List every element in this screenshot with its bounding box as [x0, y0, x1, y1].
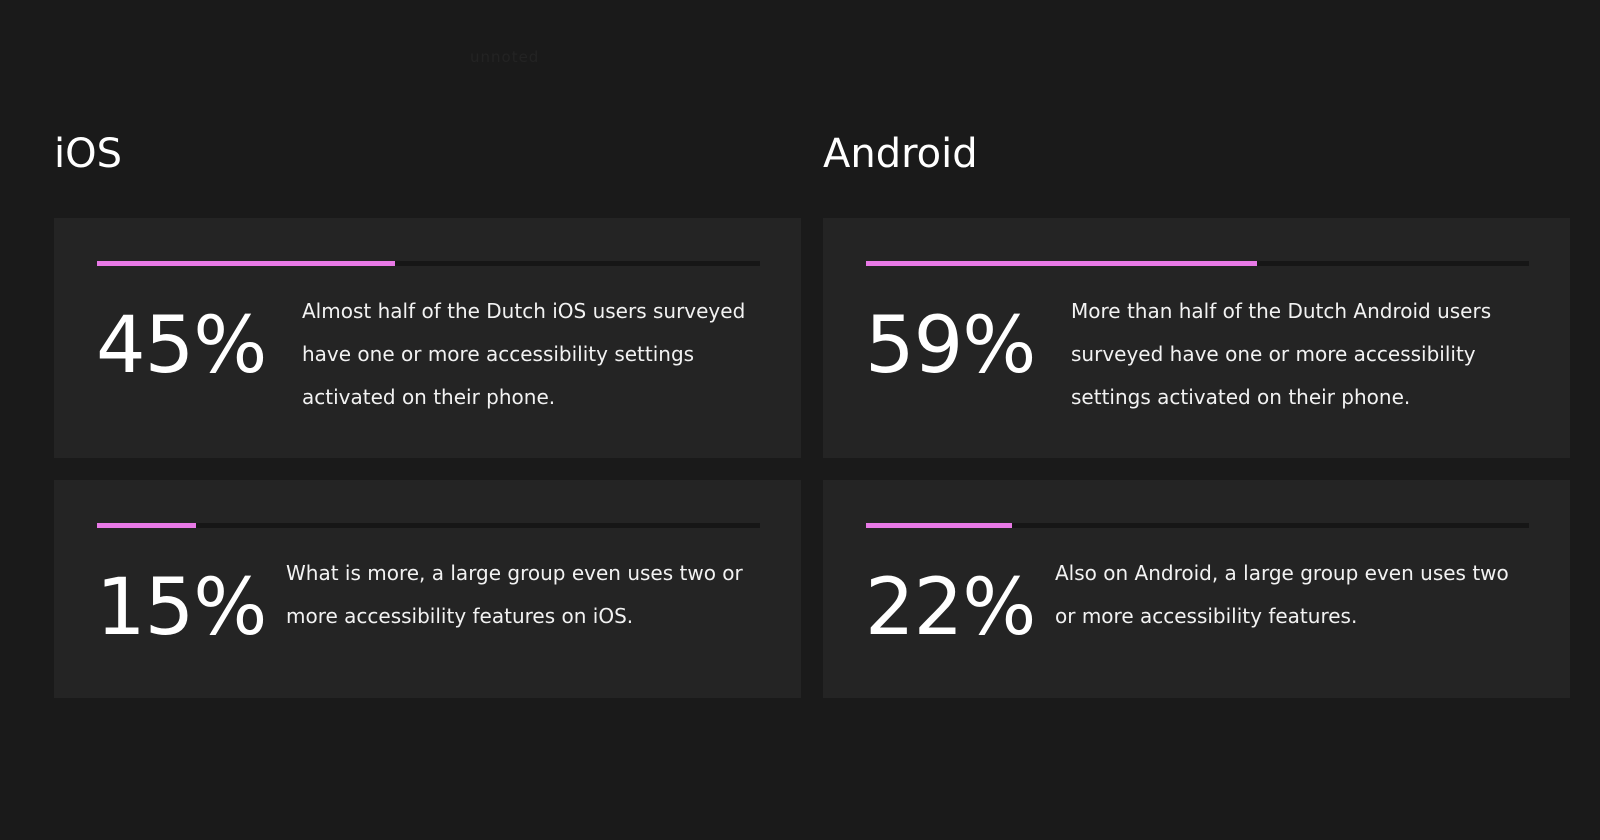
progress-track [97, 261, 760, 266]
ios-title: iOS [54, 131, 122, 177]
stat-value: 15% [96, 563, 267, 653]
progress-track [97, 523, 760, 528]
progress-track [866, 523, 1529, 528]
progress-fill [97, 523, 197, 528]
ghost-heading: unnoted [470, 48, 540, 66]
stat-description: Also on Android, a large group even uses… [1055, 561, 1509, 628]
progress-track [866, 261, 1529, 266]
ios-stat-card-settings: 45% Almost half of the Dutch iOS users s… [54, 218, 801, 458]
page: unnoted iOS 45% Almost half of the Dutch… [0, 0, 1600, 840]
android-stat-card-settings: 59% More than half of the Dutch Android … [823, 218, 1570, 458]
android-stat-card-multiple: 22% Also on Android, a large group even … [823, 480, 1570, 698]
progress-fill [866, 523, 1012, 528]
stat-value: 59% [865, 301, 1036, 391]
stat-description: More than half of the Dutch Android user… [1071, 299, 1492, 409]
stat-description: Almost half of the Dutch iOS users surve… [302, 299, 746, 409]
ios-stat-card-multiple: 15% What is more, a large group even use… [54, 480, 801, 698]
android-title: Android [823, 131, 978, 177]
progress-fill [866, 261, 1258, 266]
stat-value: 22% [865, 563, 1036, 653]
stat-value: 45% [96, 301, 267, 391]
progress-fill [97, 261, 396, 266]
stat-description: What is more, a large group even uses tw… [286, 561, 743, 628]
